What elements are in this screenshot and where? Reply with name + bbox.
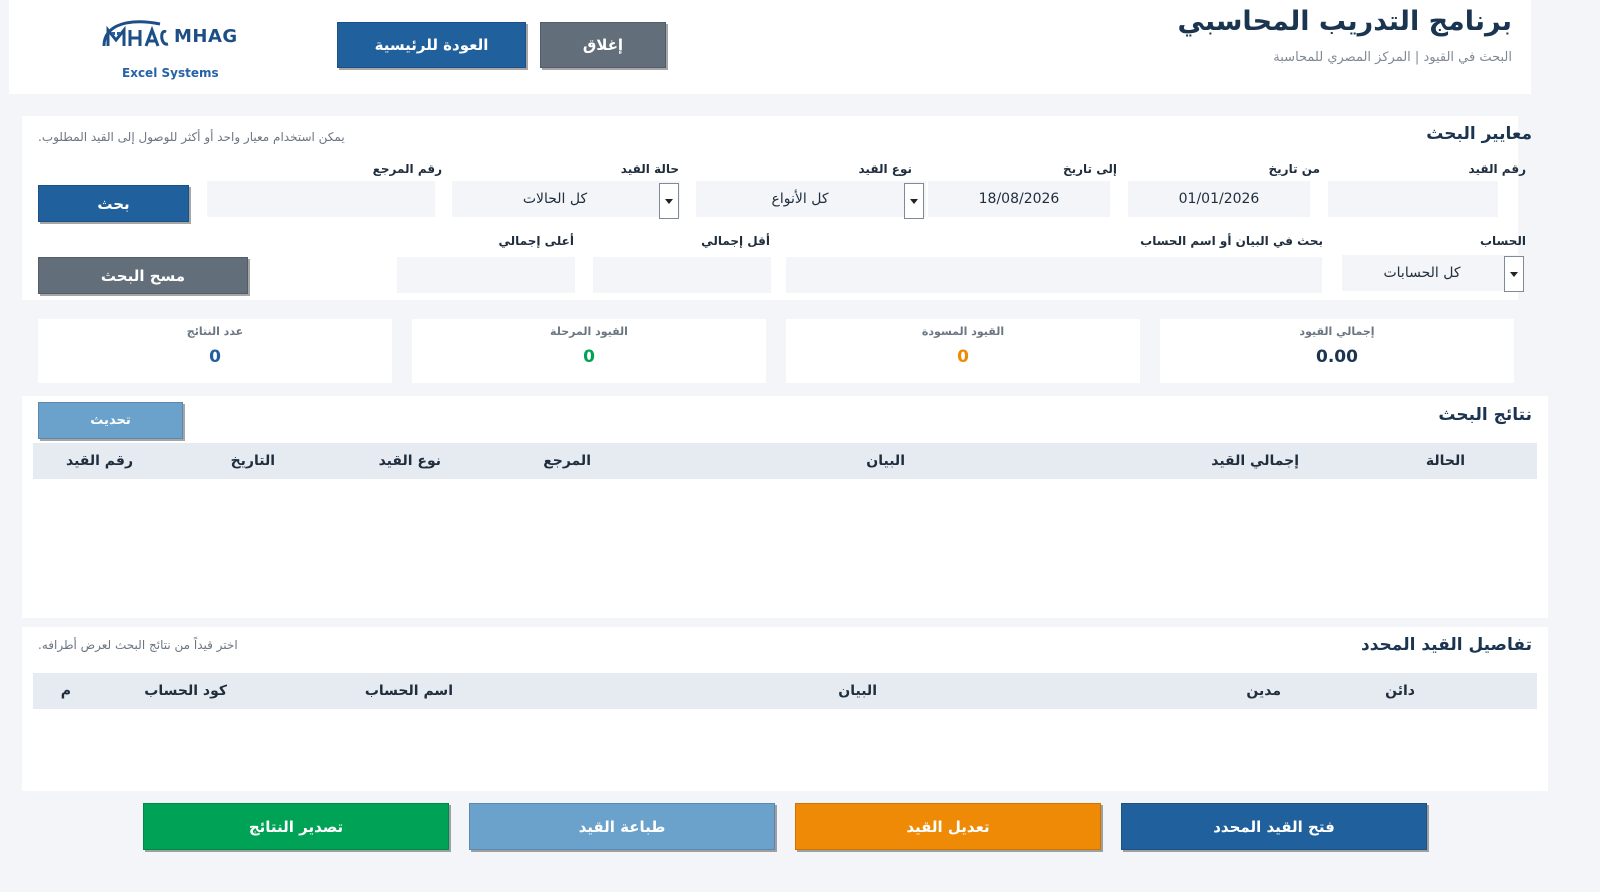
chevron-down-icon — [1510, 271, 1518, 277]
clear-search-button[interactable]: مسح البحث — [38, 257, 248, 294]
stat-count: عدد النتائج 0 — [38, 319, 392, 383]
account-select-value: كل الحسابات — [1383, 265, 1461, 281]
to-date-value: 18/08/2026 — [978, 191, 1060, 207]
stat-total-label: إجمالي القيود — [1299, 325, 1375, 338]
status-select[interactable]: كل الحالات — [452, 181, 680, 217]
type-select[interactable]: كل الأنواع — [696, 181, 926, 217]
col-line-no: م — [60, 683, 71, 699]
stat-posted-value: 0 — [583, 347, 595, 367]
col-line-description: البيان — [838, 683, 877, 699]
max-total-label: أعلى إجمالي — [498, 234, 575, 248]
col-account-code: كود الحساب — [144, 683, 227, 699]
stat-draft-value: 0 — [957, 347, 969, 367]
min-total-label: أقل إجمالي — [701, 234, 770, 248]
text-search-value — [786, 257, 1322, 293]
min-total-field[interactable] — [593, 257, 771, 293]
stat-draft: القيود المسودة 0 — [786, 319, 1140, 383]
max-total-field[interactable] — [397, 257, 575, 293]
criteria-hint: يمكن استخدام معيار واحد أو أكثر للوصول إ… — [38, 130, 345, 144]
logo-mark-icon — [102, 20, 169, 47]
stat-posted-label: القيود المرحلة — [550, 325, 628, 338]
max-total-value — [397, 257, 575, 293]
col-entry-no: رقم القيد — [65, 453, 133, 469]
close-button[interactable]: إغلاق — [540, 22, 666, 68]
stat-draft-label: القيود المسودة — [921, 325, 1005, 338]
type-select-value: كل الأنواع — [771, 191, 829, 207]
stat-count-label: عدد النتائج — [186, 325, 244, 338]
to-date-label: إلى تاريخ — [1062, 162, 1117, 176]
stat-count-value: 0 — [209, 347, 221, 367]
status-select-value: كل الحالات — [522, 191, 588, 207]
edit-entry-button[interactable]: تعديل القيد — [795, 803, 1101, 850]
account-select[interactable]: كل الحسابات — [1342, 255, 1524, 291]
chevron-down-icon — [665, 198, 673, 204]
entry-no-value — [1328, 181, 1498, 217]
entry-no-label: رقم القيد — [1468, 162, 1526, 176]
stat-total: إجمالي القيود 0.00 — [1160, 319, 1514, 383]
chevron-down-icon — [910, 198, 918, 204]
logo-text: MHAG — [174, 26, 238, 47]
to-date-field[interactable]: 18/08/2026 — [928, 181, 1110, 217]
col-debit: مدين — [1246, 683, 1281, 699]
col-total: إجمالي القيد — [1211, 453, 1299, 469]
col-account-name: اسم الحساب — [364, 683, 453, 699]
details-table-header: دائن مدين البيان اسم الحساب كود الحساب م — [33, 673, 1537, 709]
export-results-button[interactable]: تصدير النتائج — [143, 803, 449, 850]
status-dropdown-button[interactable] — [659, 183, 679, 219]
type-dropdown-button[interactable] — [904, 183, 924, 219]
min-total-value — [593, 257, 771, 293]
ref-label: رقم المرجع — [372, 162, 442, 176]
status-label: حالة القيد — [620, 162, 679, 176]
account-dropdown-button[interactable] — [1504, 256, 1524, 292]
home-button[interactable]: العودة للرئيسية — [337, 22, 526, 68]
col-reference: المرجع — [543, 453, 591, 469]
col-type: نوع القيد — [378, 453, 441, 469]
open-entry-button[interactable]: فتح القيد المحدد — [1121, 803, 1427, 850]
from-date-value: 01/01/2026 — [1178, 191, 1260, 207]
type-label: نوع القيد — [858, 162, 913, 176]
from-date-field[interactable]: 01/01/2026 — [1128, 181, 1310, 217]
text-search-label: بحث في البيان أو اسم الحساب — [1140, 234, 1323, 248]
stat-total-value: 0.00 — [1316, 347, 1358, 367]
details-hint: اختر قيداً من نتائج البحث لعرض أطرافه. — [38, 638, 238, 652]
col-credit: دائن — [1385, 683, 1415, 699]
stat-posted: القيود المرحلة 0 — [412, 319, 766, 383]
col-status: الحالة — [1425, 453, 1465, 469]
account-label: الحساب — [1479, 234, 1526, 248]
print-entry-button[interactable]: طباعة القيد — [469, 803, 775, 850]
details-table-body[interactable] — [33, 709, 1537, 785]
refresh-button[interactable]: تحديث — [38, 402, 183, 439]
criteria-title: معايير البحث — [1426, 124, 1532, 144]
results-table-body[interactable] — [33, 479, 1537, 611]
page-title: برنامج التدريب المحاسبي — [1177, 6, 1512, 37]
results-table-header: الحالة إجمالي القيد البيان المرجع نوع ال… — [33, 443, 1537, 479]
from-date-label: من تاريخ — [1268, 162, 1320, 176]
details-title: تفاصيل القيد المحدد — [1361, 635, 1532, 655]
col-date: التاريخ — [230, 453, 275, 469]
logo-subtitle: Excel Systems — [122, 66, 219, 80]
results-title: نتائج البحث — [1438, 405, 1532, 425]
entry-no-field[interactable] — [1328, 181, 1498, 217]
ref-field[interactable] — [207, 181, 435, 217]
logo: MHAG Excel Systems — [100, 12, 240, 86]
col-description: البيان — [866, 453, 905, 469]
search-button[interactable]: بحث — [38, 185, 189, 222]
page-subtitle: البحث في القيود | المركز المصري للمحاسبة — [1273, 50, 1512, 65]
text-search-field[interactable] — [786, 257, 1322, 293]
ref-value — [207, 181, 435, 217]
